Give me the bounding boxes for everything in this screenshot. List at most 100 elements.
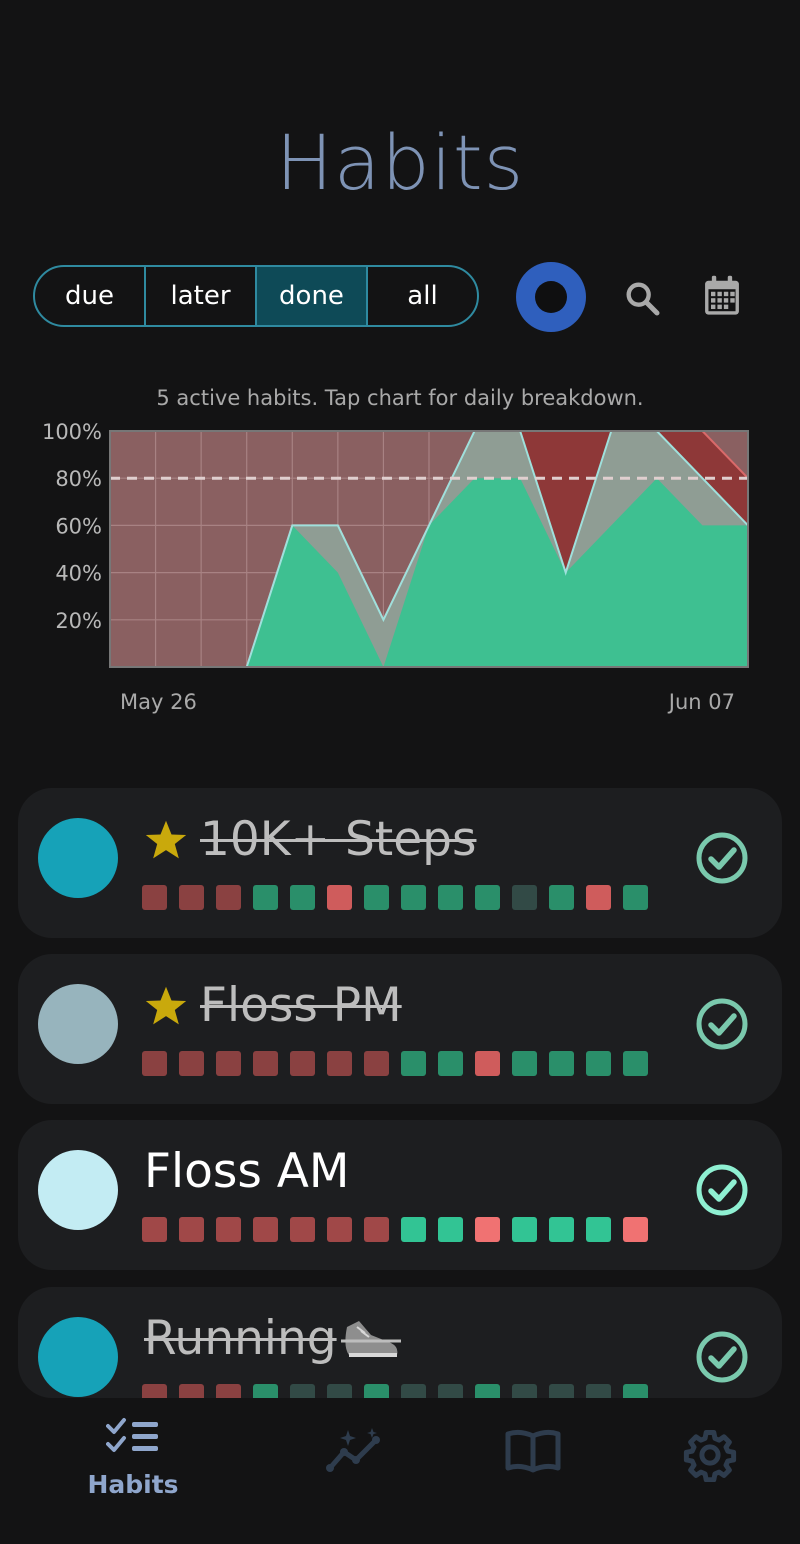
history-day-square: [327, 1384, 352, 1398]
habit-history: [142, 1051, 648, 1076]
habit-history: [142, 1217, 648, 1242]
history-day-square: [142, 1384, 167, 1398]
habit-name: Running: [144, 1311, 401, 1366]
history-day-square: [401, 885, 426, 910]
history-day-square: [623, 1384, 648, 1398]
habit-card[interactable]: Running: [18, 1287, 782, 1398]
history-day-square: [549, 1384, 574, 1398]
nav-settings[interactable]: [650, 1428, 770, 1486]
habit-name: 10K+ Steps: [144, 812, 476, 867]
history-day-square: [327, 1051, 352, 1076]
nav-stats[interactable]: [295, 1428, 415, 1478]
completion-chart[interactable]: 100% 80% 60% 40% 20% May 26 Jun 07: [0, 415, 800, 725]
star-icon: [145, 986, 187, 1024]
history-day-square: [623, 1217, 648, 1242]
habit-card[interactable]: Floss AM: [18, 1120, 782, 1270]
history-day-square: [290, 885, 315, 910]
history-day-square: [512, 1217, 537, 1242]
book-icon: [505, 1429, 561, 1473]
history-day-square: [401, 1051, 426, 1076]
history-day-square: [179, 1217, 204, 1242]
chart-y-tick-label: 100%: [42, 420, 102, 444]
filter-all[interactable]: all: [368, 267, 477, 325]
history-day-square: [586, 1384, 611, 1398]
history-day-square: [475, 885, 500, 910]
check-circle-icon[interactable]: [694, 1329, 750, 1385]
ring-button[interactable]: [516, 262, 586, 332]
history-day-square: [475, 1217, 500, 1242]
habit-color-dot: [38, 1150, 118, 1230]
history-day-square: [253, 1384, 278, 1398]
history-day-square: [253, 885, 278, 910]
history-day-square: [179, 885, 204, 910]
history-day-square: [586, 1217, 611, 1242]
history-day-square: [364, 885, 389, 910]
history-day-square: [364, 1217, 389, 1242]
history-day-square: [216, 1384, 241, 1398]
history-day-square: [364, 1384, 389, 1398]
history-day-square: [512, 1384, 537, 1398]
history-day-square: [364, 1051, 389, 1076]
history-day-square: [512, 1051, 537, 1076]
history-day-square: [438, 1051, 463, 1076]
history-day-square: [290, 1384, 315, 1398]
check-circle-icon[interactable]: [694, 1162, 750, 1218]
history-day-square: [623, 885, 648, 910]
nav-habits[interactable]: Habits: [73, 1416, 193, 1499]
history-day-square: [623, 1051, 648, 1076]
chart-y-tick-label: 80%: [55, 467, 102, 491]
habit-name: Floss PM: [144, 978, 402, 1033]
history-day-square: [290, 1051, 315, 1076]
history-day-square: [179, 1384, 204, 1398]
nav-habits-label: Habits: [87, 1470, 179, 1499]
calendar-icon: [705, 275, 739, 315]
history-day-square: [401, 1384, 426, 1398]
running-shoe-icon: [340, 1320, 401, 1357]
settings-gear-icon: [683, 1430, 737, 1483]
habit-color-dot: [38, 818, 118, 898]
habit-history: [142, 885, 648, 910]
chart-x-start-label: May 26: [120, 690, 197, 714]
history-day-square: [253, 1051, 278, 1076]
search-button[interactable]: [618, 274, 666, 322]
check-circle-icon[interactable]: [694, 996, 750, 1052]
filter-later[interactable]: later: [146, 267, 257, 325]
history-day-square: [401, 1217, 426, 1242]
nav-journal[interactable]: [473, 1428, 593, 1478]
filter-done[interactable]: done: [257, 267, 368, 325]
star-icon: [145, 820, 187, 858]
chart-y-tick-label: 60%: [55, 514, 102, 538]
history-day-square: [253, 1217, 278, 1242]
history-day-square: [142, 885, 167, 910]
chart-caption: 5 active habits. Tap chart for daily bre…: [156, 386, 644, 410]
filter-segmented-control: due later done all: [33, 265, 479, 327]
filter-due[interactable]: due: [35, 267, 146, 325]
history-day-square: [475, 1384, 500, 1398]
history-day-square: [438, 1217, 463, 1242]
habit-name-text: Floss PM: [200, 978, 402, 1033]
history-day-square: [438, 1384, 463, 1398]
chart-y-tick-label: 40%: [55, 562, 102, 586]
history-day-square: [142, 1217, 167, 1242]
habit-color-dot: [38, 1317, 118, 1397]
ring-icon: [535, 281, 567, 313]
habit-card[interactable]: Floss PM: [18, 954, 782, 1104]
habit-name-text: 10K+ Steps: [200, 812, 477, 867]
check-circle-icon[interactable]: [694, 830, 750, 886]
history-day-square: [216, 1217, 241, 1242]
chart-y-tick-label: 20%: [55, 609, 102, 633]
history-day-square: [438, 885, 463, 910]
history-day-square: [549, 885, 574, 910]
history-day-square: [179, 1051, 204, 1076]
habit-card[interactable]: 10K+ Steps: [18, 788, 782, 938]
habit-name-text: Floss AM: [144, 1144, 350, 1199]
habit-name-text: Running: [144, 1311, 337, 1366]
history-day-square: [216, 885, 241, 910]
calendar-button[interactable]: [698, 272, 746, 320]
history-day-square: [586, 1051, 611, 1076]
bottom-nav: Habits: [0, 1398, 800, 1544]
page-title: Habits: [275, 118, 525, 207]
stats-sparkle-icon: [326, 1428, 380, 1472]
history-day-square: [549, 1051, 574, 1076]
search-icon: [626, 282, 660, 316]
